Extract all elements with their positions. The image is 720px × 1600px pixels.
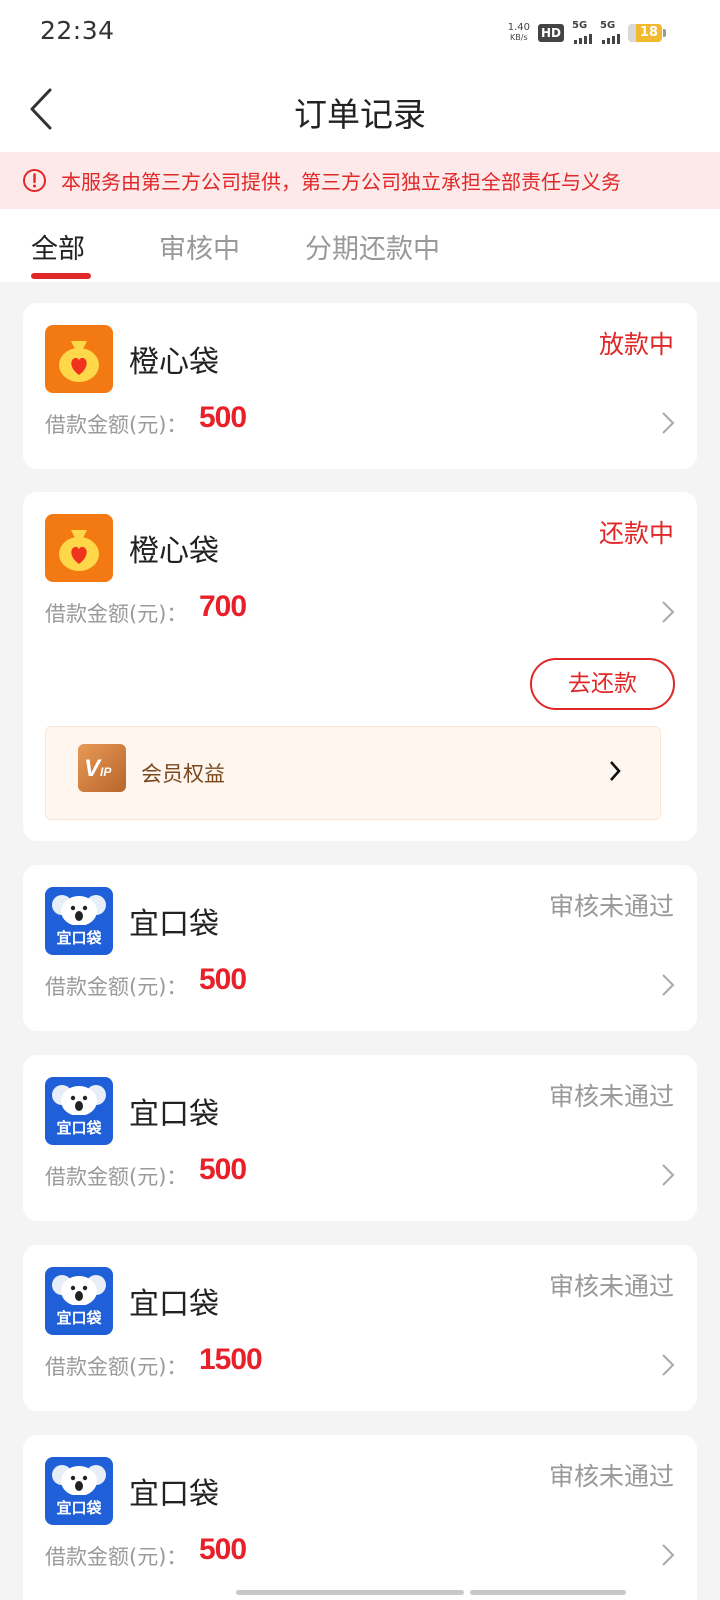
net-speed-unit: KB/s — [510, 33, 528, 42]
product-name: 宜口袋 — [129, 907, 219, 942]
order-card[interactable]: 宜口袋 宜口袋 审核未通过 借款金额(元)： 500 — [23, 1055, 697, 1221]
signal-icon-sim1: 5G — [572, 20, 592, 44]
order-status: 审核未通过 — [548, 1462, 674, 1491]
order-card[interactable]: 宜口袋 宜口袋 审核未通过 借款金额(元)： 1500 — [23, 1245, 697, 1411]
chevron-right-icon — [662, 1164, 675, 1186]
vip-label: 会员权益 — [141, 762, 225, 786]
chevron-right-icon — [662, 974, 675, 996]
status-time: 22:34 — [40, 16, 115, 45]
logo-text: 宜口袋 — [56, 1499, 102, 1517]
battery-level: 18 — [639, 25, 658, 40]
tab-bar: 全部 审核中 分期还款中 — [0, 209, 720, 282]
order-card[interactable]: 橙心袋 还款中 借款金额(元)： 700 去还款 V IP 会员权益 — [23, 492, 697, 841]
product-name: 宜口袋 — [129, 1477, 219, 1512]
repay-button[interactable]: 去还款 — [530, 658, 675, 710]
chevron-right-icon — [662, 1354, 675, 1376]
tab-installment-repaying[interactable]: 分期还款中 — [305, 227, 440, 266]
money-bag-heart-icon — [45, 325, 113, 393]
alert-circle-icon — [23, 169, 46, 192]
battery-icon: 18 — [628, 24, 666, 42]
network-speed: 1.40 KB/s — [508, 23, 530, 43]
header: 订单记录 — [0, 66, 720, 152]
logo-text: 宜口袋 — [56, 929, 102, 947]
chevron-right-icon — [662, 1544, 675, 1566]
signal-icon-sim2: 5G — [600, 20, 620, 44]
amount-value: 700 — [199, 590, 247, 623]
amount-value: 500 — [199, 963, 247, 996]
koala-icon: 宜口袋 — [45, 1457, 113, 1525]
chevron-right-icon — [610, 761, 621, 781]
product-name: 宜口袋 — [129, 1287, 219, 1322]
order-status: 放款中 — [598, 330, 674, 359]
amount-label: 借款金额(元)： — [45, 1355, 188, 1379]
money-bag-heart-icon — [45, 514, 113, 582]
product-name: 宜口袋 — [129, 1097, 219, 1132]
tab-all[interactable]: 全部 — [31, 227, 85, 266]
svg-text:IP: IP — [100, 765, 112, 779]
order-card[interactable]: 宜口袋 宜口袋 审核未通过 借款金额(元)： 500 — [23, 1435, 697, 1600]
product-name: 橙心袋 — [129, 534, 219, 569]
chevron-right-icon — [662, 601, 675, 623]
amount-value: 1500 — [199, 1343, 263, 1376]
amount-label: 借款金额(元)： — [45, 602, 188, 626]
page-title: 订单记录 — [294, 95, 426, 134]
status-icons: 1.40 KB/s HD 5G 5G 18 — [508, 20, 666, 46]
sim2-label: 5G — [600, 20, 616, 31]
order-status: 审核未通过 — [548, 1272, 674, 1301]
net-speed-value: 1.40 — [507, 22, 530, 33]
amount-label: 借款金额(元)： — [45, 1545, 188, 1569]
order-status: 审核未通过 — [548, 892, 674, 921]
disclaimer-notice: 本服务由第三方公司提供，第三方公司独立承担全部责任与义务 — [0, 152, 720, 209]
notice-text: 本服务由第三方公司提供，第三方公司独立承担全部责任与义务 — [61, 170, 621, 194]
logo-text: 宜口袋 — [56, 1309, 102, 1327]
koala-icon: 宜口袋 — [45, 1077, 113, 1145]
order-card[interactable]: 橙心袋 放款中 借款金额(元)： 500 — [23, 303, 697, 469]
order-card[interactable]: 宜口袋 宜口袋 审核未通过 借款金额(元)： 500 — [23, 865, 697, 1031]
order-status: 审核未通过 — [548, 1082, 674, 1111]
chevron-right-icon — [662, 412, 675, 434]
amount-value: 500 — [199, 401, 247, 434]
koala-icon: 宜口袋 — [45, 887, 113, 955]
product-name: 橙心袋 — [129, 345, 219, 380]
hd-icon: HD — [537, 24, 564, 42]
active-tab-indicator — [31, 273, 91, 279]
order-status: 还款中 — [598, 519, 674, 548]
amount-value: 500 — [199, 1533, 247, 1566]
amount-label: 借款金额(元)： — [45, 975, 188, 999]
amount-value: 500 — [199, 1153, 247, 1186]
tab-under-review[interactable]: 审核中 — [159, 227, 240, 266]
amount-label: 借款金额(元)： — [45, 413, 188, 437]
status-bar: 22:34 1.40 KB/s HD 5G 5G 18 — [0, 0, 720, 66]
gesture-bar — [236, 1590, 626, 1595]
vip-icon: V IP — [78, 744, 126, 792]
koala-icon: 宜口袋 — [45, 1267, 113, 1335]
sim1-label: 5G — [572, 20, 588, 31]
vip-benefits-row[interactable]: V IP 会员权益 — [45, 726, 661, 820]
logo-text: 宜口袋 — [56, 1119, 102, 1137]
amount-label: 借款金额(元)： — [45, 1165, 188, 1189]
